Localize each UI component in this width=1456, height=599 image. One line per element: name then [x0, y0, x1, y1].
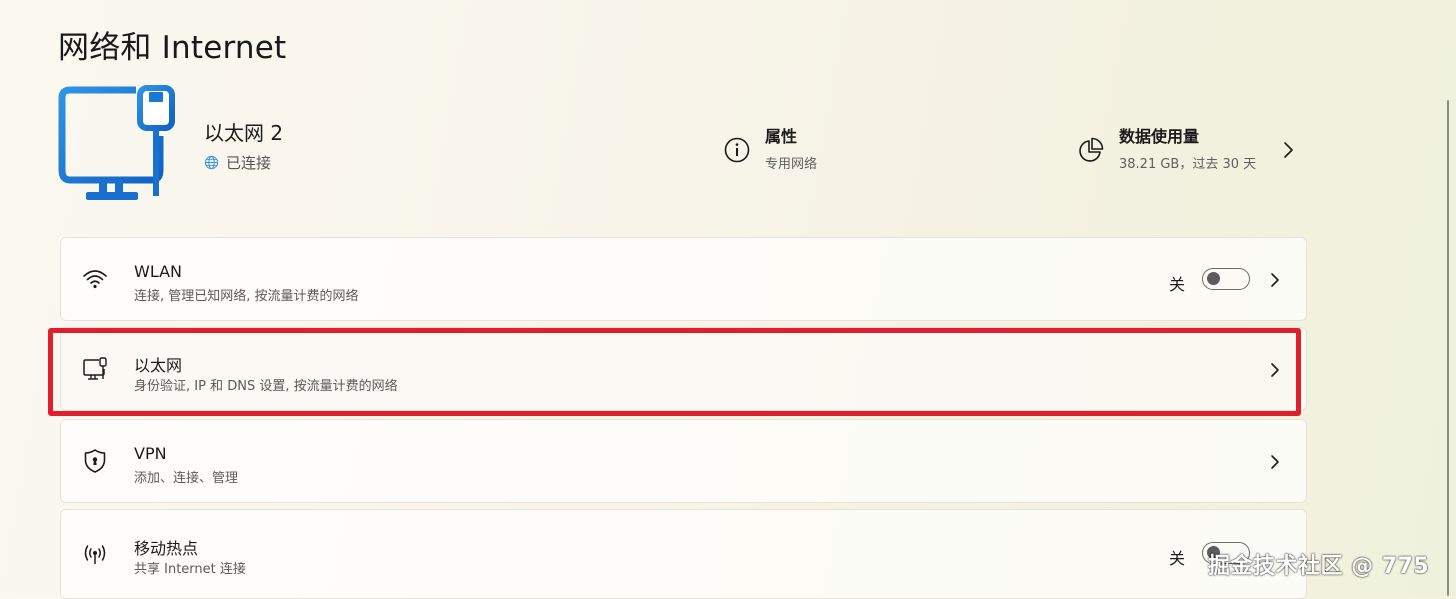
chevron-right-icon	[1271, 455, 1279, 469]
page-title: 网络和 Internet	[58, 30, 287, 66]
shield-icon	[84, 449, 106, 473]
ethernet-subtitle: 身份验证, IP 和 DNS 设置, 按流量计费的网络	[134, 379, 398, 394]
data-usage-subtitle: 38.21 GB，过去 30 天	[1119, 157, 1257, 172]
hotspot-subtitle: 共享 Internet 连接	[134, 562, 246, 577]
data-usage-title: 数据使用量	[1119, 127, 1200, 146]
data-usage-link[interactable]: 数据使用量 38.21 GB，过去 30 天	[1077, 126, 1256, 172]
vpn-title: VPN	[134, 444, 167, 463]
wlan-toggle-label: 关	[1169, 275, 1186, 294]
vpn-settings-card[interactable]: VPN 添加、连接、管理	[60, 419, 1307, 503]
ethernet-settings-card[interactable]: 以太网 身份验证, IP 和 DNS 设置, 按流量计费的网络	[60, 327, 1307, 411]
vpn-subtitle: 添加、连接、管理	[134, 471, 239, 486]
properties-title: 属性	[765, 127, 798, 146]
info-icon	[724, 137, 750, 163]
properties-link[interactable]: 属性 专用网络	[723, 126, 817, 172]
globe-icon	[204, 155, 219, 170]
chevron-right-icon[interactable]	[1280, 139, 1298, 161]
ethernet-title: 以太网	[134, 356, 183, 375]
hotspot-settings-card[interactable]: 移动热点 共享 Internet 连接 关	[60, 509, 1307, 599]
wlan-settings-card[interactable]: WLAN 连接, 管理已知网络, 按流量计费的网络 关	[60, 237, 1307, 321]
ethernet-icon	[83, 357, 107, 380]
chevron-right-icon	[1271, 273, 1279, 287]
properties-subtitle: 专用网络	[765, 157, 818, 172]
wlan-subtitle: 连接, 管理已知网络, 按流量计费的网络	[134, 289, 359, 304]
connection-status-text: 已连接	[226, 154, 272, 172]
scrollbar[interactable]	[1447, 100, 1449, 596]
wlan-toggle[interactable]	[1202, 268, 1250, 290]
watermark: 掘金技术社区 @ 775	[1208, 554, 1430, 579]
hotspot-icon	[84, 545, 106, 564]
wlan-title: WLAN	[134, 262, 183, 281]
toggle-knob	[1207, 272, 1220, 285]
connection-status: 已连接	[204, 152, 271, 173]
hotspot-title: 移动热点	[134, 539, 199, 558]
connection-name: 以太网 2	[204, 121, 284, 145]
chevron-right-icon	[1271, 363, 1279, 377]
hotspot-toggle-label: 关	[1169, 549, 1186, 568]
ethernet-computer-icon	[58, 85, 175, 200]
wifi-icon	[83, 270, 107, 289]
pie-chart-icon	[1079, 137, 1104, 162]
